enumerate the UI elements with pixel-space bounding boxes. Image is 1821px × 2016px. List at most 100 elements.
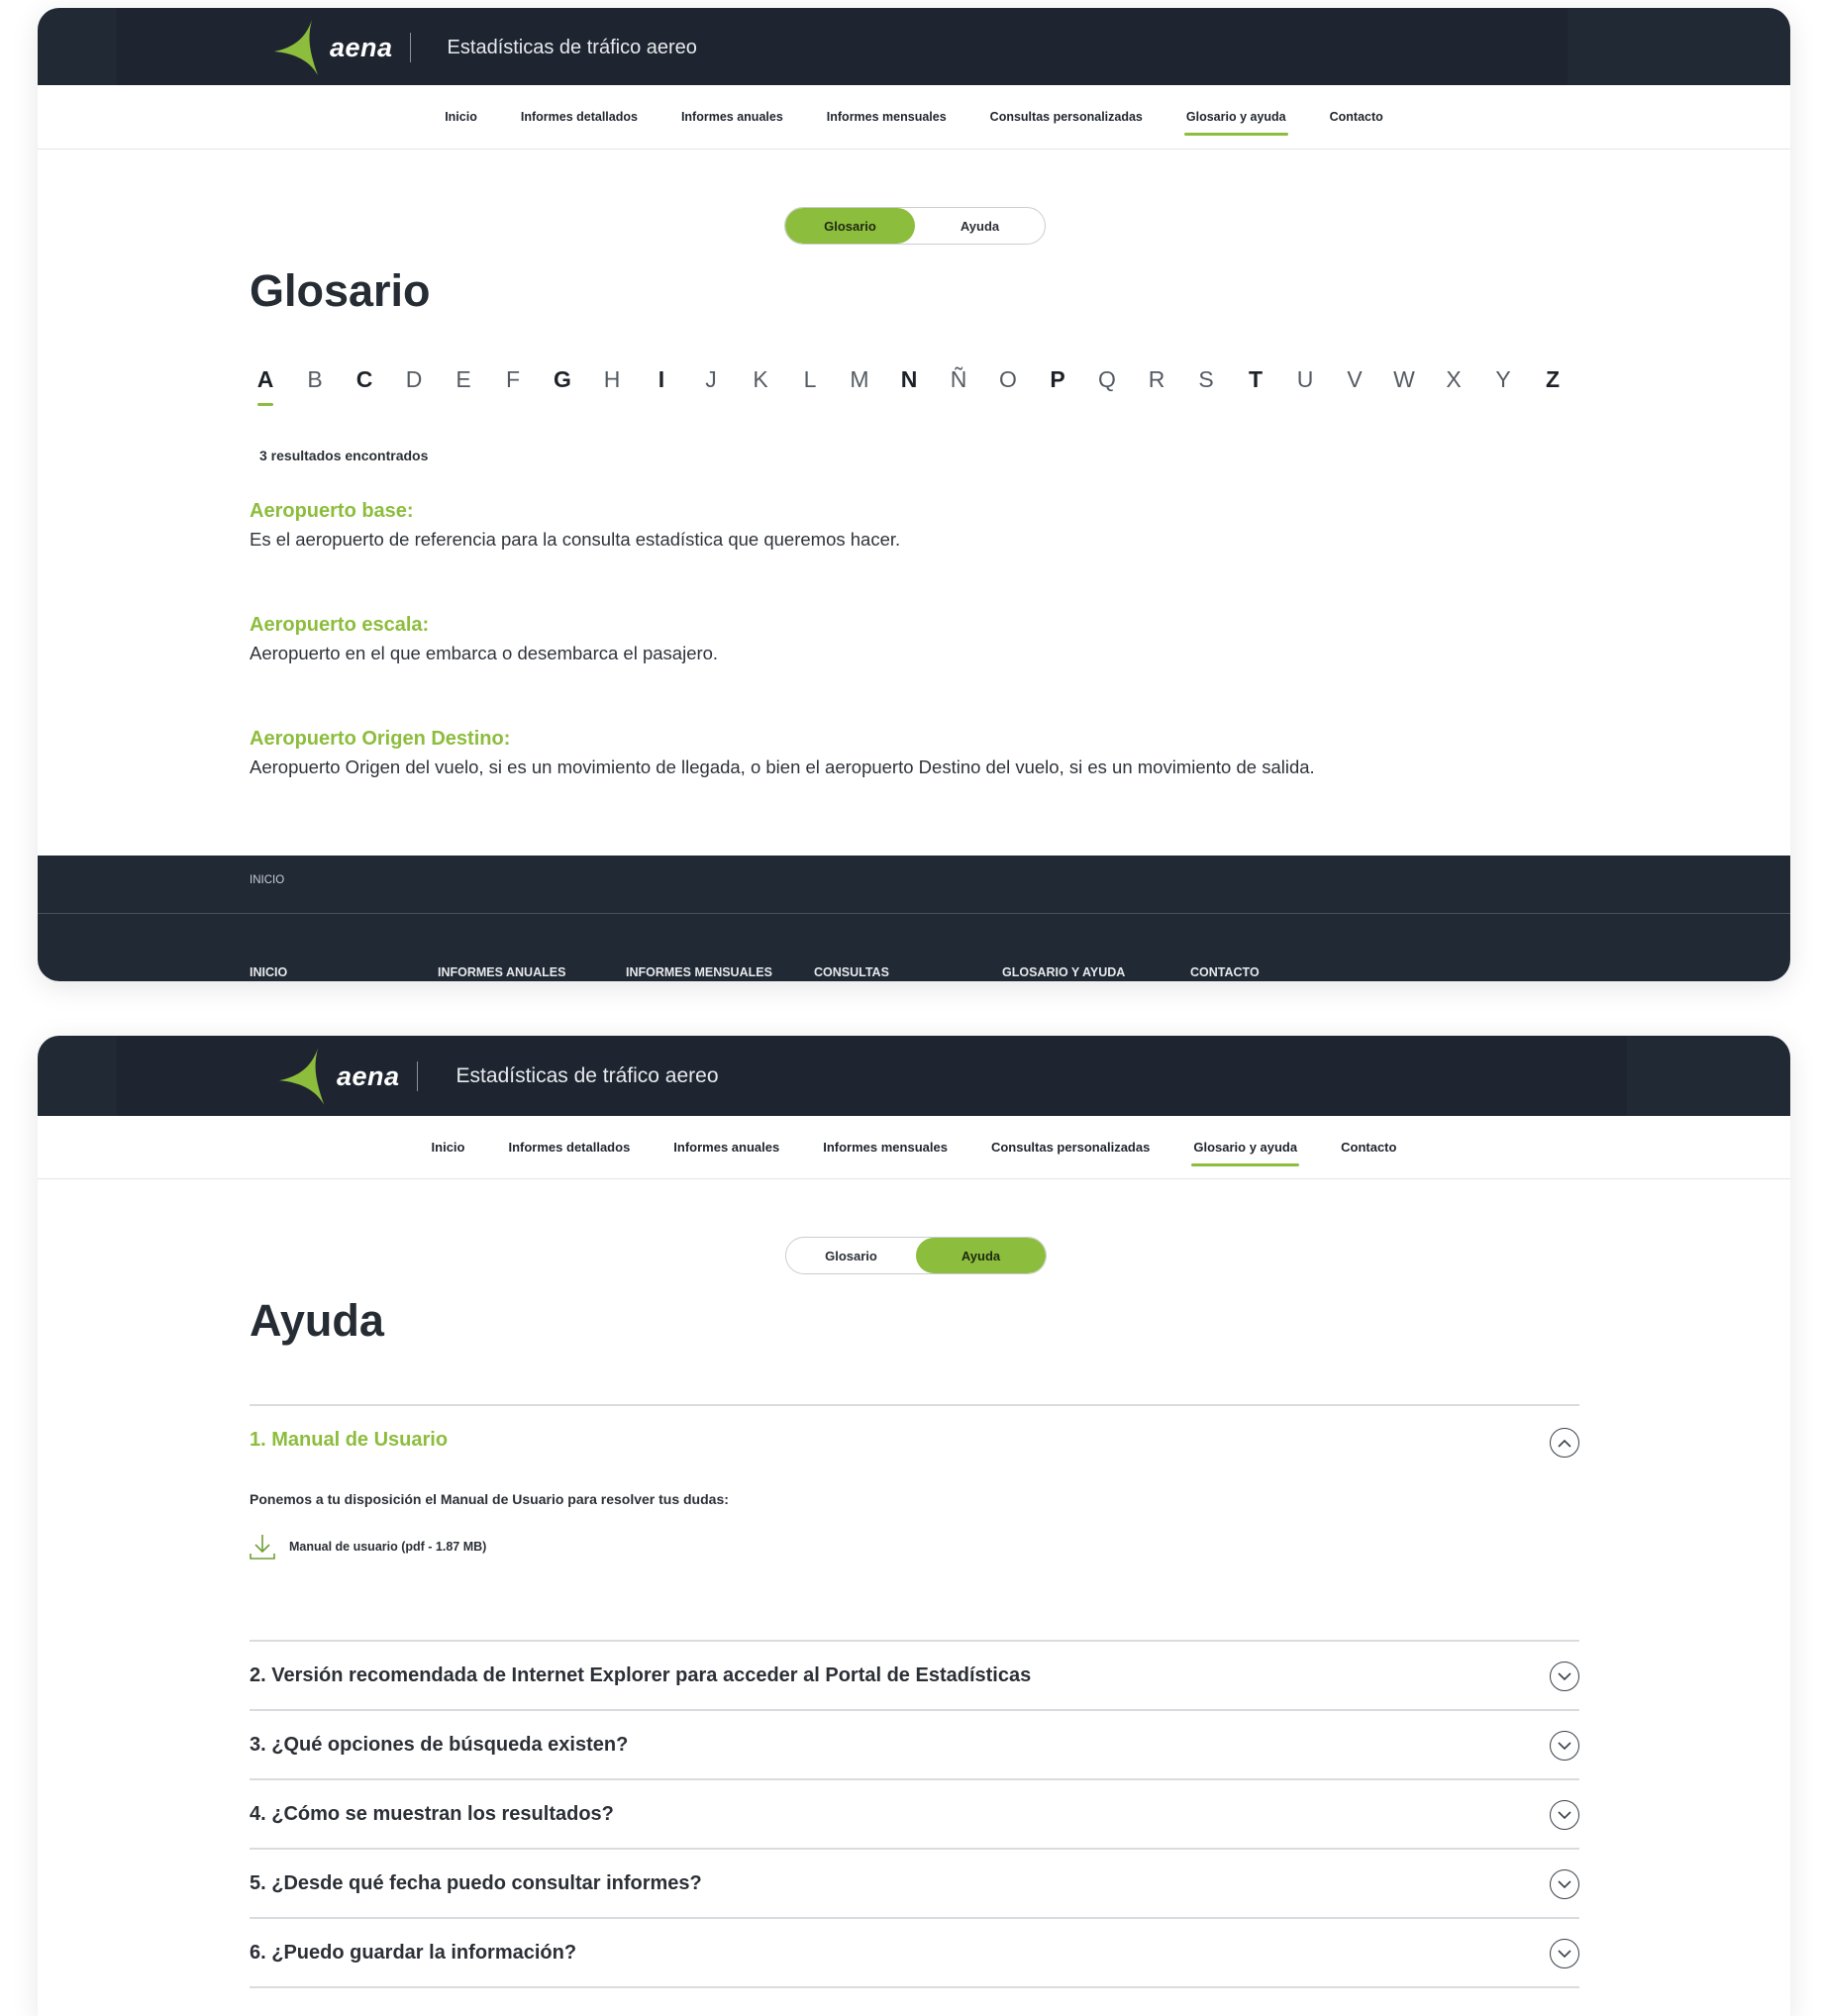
footer-link-contacto[interactable]: CONTACTO — [1190, 964, 1378, 981]
letter-filter-b: B — [307, 366, 323, 392]
app-title: Estadísticas de tráfico aereo — [455, 1064, 719, 1087]
nav-contacto[interactable]: Contacto — [1328, 104, 1385, 130]
manual-file-name[interactable]: Manual de usuario (pdf - 1.87 MB) — [289, 1540, 486, 1554]
manual-download-link[interactable]: Manual de usuario (pdf - 1.87 MB) — [250, 1533, 486, 1561]
term-definition: Aeropuerto en el que embarca o desembarc… — [250, 643, 719, 663]
letter-filter-y: Y — [1495, 366, 1511, 392]
ayuda-screen: aena Estadísticas de tráfico aereo Inici… — [38, 1036, 1790, 2016]
toggle-glosario[interactable]: Glosario — [786, 1238, 916, 1273]
faq-item[interactable]: 1. Manual de Usuario Ponemos a tu dispos… — [250, 1404, 1579, 1640]
nav-informes-mensuales[interactable]: Informes mensuales — [825, 104, 949, 130]
top-header: aena Estadísticas de tráfico aereo — [38, 8, 1790, 85]
letter-filter-c[interactable]: C — [340, 366, 389, 406]
footer-link-glosario-y-ayuda[interactable]: GLOSARIO Y AYUDA — [1002, 964, 1190, 981]
toggle-glosario[interactable]: Glosario — [785, 208, 915, 244]
nav-glosario-y-ayuda[interactable]: Glosario y ayuda — [1183, 104, 1288, 136]
chevron-down-icon[interactable] — [1550, 1662, 1579, 1691]
letter-filter-s: S — [1198, 366, 1214, 392]
footer-breadcrumb[interactable]: INICIO — [250, 874, 284, 886]
logo-text: aena — [330, 32, 393, 62]
letter-filter-f: F — [505, 366, 521, 392]
letter-filter-o: O — [999, 366, 1017, 392]
letter-filter-p[interactable]: P — [1033, 366, 1082, 406]
letter-filter-v: V — [1347, 366, 1363, 392]
letter-filter-w: W — [1393, 366, 1415, 392]
faq-item[interactable]: 4. ¿Cómo se muestran los resultados? — [250, 1778, 1579, 1848]
faq-question[interactable]: 3. ¿Qué opciones de búsqueda existen? — [250, 1711, 1579, 1778]
footer-link-inicio[interactable]: INICIO — [250, 964, 438, 981]
nav-informes-mensuales[interactable]: Informes mensuales — [821, 1134, 950, 1160]
glosario-ayuda-toggle: Glosario Ayuda — [784, 207, 1046, 245]
faq-accordion: 1. Manual de Usuario Ponemos a tu dispos… — [250, 1404, 1579, 1988]
faq-question[interactable]: 1. Manual de Usuario — [250, 1406, 1579, 1473]
letter-filter-t[interactable]: T — [1231, 366, 1280, 406]
nav-consultas-personalizadas[interactable]: Consultas personalizadas — [989, 1134, 1152, 1160]
faq-item[interactable]: 6. ¿Puedo guardar la información? — [250, 1917, 1579, 1988]
top-header: aena Estadísticas de tráfico aereo — [38, 1036, 1790, 1116]
letter-filter-i[interactable]: I — [637, 366, 686, 406]
letter-filter-ñ: Ñ — [950, 366, 967, 392]
letter-filter-m: M — [850, 366, 869, 392]
letter-filter-j: J — [705, 366, 717, 392]
footer-links: INICIO INFORMES ANUALES INFORMES MENSUAL… — [250, 964, 1378, 981]
toggle-ayuda[interactable]: Ayuda — [916, 1238, 1046, 1273]
letter-filter-e: E — [455, 366, 471, 392]
nav-informes-anuales[interactable]: Informes anuales — [671, 1134, 781, 1160]
faq-answer: Ponemos a tu disposición el Manual de Us… — [250, 1473, 1579, 1640]
letter-filter-k: K — [753, 366, 768, 392]
letter-filter-h: H — [603, 366, 621, 392]
term-name: Aeropuerto Origen Destino: — [250, 728, 511, 750]
nav-informes-detallados[interactable]: Informes detallados — [519, 104, 640, 130]
term-definition: Es el aeropuerto de referencia para la c… — [250, 529, 901, 550]
chevron-down-icon[interactable] — [1550, 1800, 1579, 1830]
chevron-up-icon[interactable] — [1550, 1428, 1579, 1458]
glossary-term: Aeropuerto Origen Destino: Aeropuerto Or… — [250, 728, 1315, 778]
letter-filter-r: R — [1148, 366, 1165, 392]
letter-filter-a[interactable]: A — [241, 366, 290, 406]
nav-contacto[interactable]: Contacto — [1339, 1134, 1398, 1160]
footer-link-informes-mensuales[interactable]: INFORMES MENSUALES — [626, 964, 814, 981]
results-count: 3 resultados encontrados — [259, 448, 429, 463]
faq-item[interactable]: 5. ¿Desde qué fecha puedo consultar info… — [250, 1848, 1579, 1917]
logo-separator — [409, 33, 411, 62]
glosario-ayuda-toggle: Glosario Ayuda — [785, 1237, 1047, 1274]
page-title: Glosario — [250, 265, 431, 316]
aena-logo[interactable]: aena Estadísticas de tráfico aereo — [272, 18, 697, 77]
download-icon — [250, 1535, 275, 1560]
main-nav: Inicio Informes detallados Informes anua… — [38, 85, 1790, 150]
faq-item[interactable]: 2. Versión recomendada de Internet Explo… — [250, 1640, 1579, 1709]
faq-question[interactable]: 5. ¿Desde qué fecha puedo consultar info… — [250, 1850, 1579, 1917]
faq-question[interactable]: 2. Versión recomendada de Internet Explo… — [250, 1642, 1579, 1709]
logo-text: aena — [337, 1060, 400, 1091]
faq-question[interactable]: 6. ¿Puedo guardar la información? — [250, 1919, 1579, 1986]
footer-link-informes-anuales[interactable]: INFORMES ANUALES — [438, 964, 626, 981]
footer-link-consultas-personalizadas[interactable]: CONSULTAS PERSONALIZADAS — [814, 964, 1002, 981]
faq-item[interactable]: 3. ¿Qué opciones de búsqueda existen? — [250, 1709, 1579, 1778]
term-name: Aeropuerto base: — [250, 500, 414, 522]
letter-filter-g[interactable]: G — [538, 366, 587, 406]
chevron-down-icon[interactable] — [1550, 1939, 1579, 1968]
faq-question[interactable]: 4. ¿Cómo se muestran los resultados? — [250, 1780, 1579, 1848]
nav-glosario-y-ayuda[interactable]: Glosario y ayuda — [1191, 1134, 1299, 1166]
nav-informes-detallados[interactable]: Informes detallados — [506, 1134, 632, 1160]
chevron-down-icon[interactable] — [1550, 1731, 1579, 1761]
nav-informes-anuales[interactable]: Informes anuales — [679, 104, 785, 130]
nav-inicio[interactable]: Inicio — [443, 104, 479, 130]
toggle-ayuda[interactable]: Ayuda — [915, 208, 1045, 244]
term-definition: Aeropuerto Origen del vuelo, si es un mo… — [250, 756, 1315, 777]
nav-inicio[interactable]: Inicio — [430, 1134, 467, 1160]
letter-filter-x: X — [1446, 366, 1462, 392]
letter-filter-l: L — [803, 366, 817, 392]
glossary-term: Aeropuerto base: Es el aeropuerto de ref… — [250, 500, 900, 551]
glossary-term: Aeropuerto escala: Aeropuerto en el que … — [250, 614, 718, 664]
page-title: Ayuda — [250, 1295, 384, 1346]
nav-consultas-personalizadas[interactable]: Consultas personalizadas — [988, 104, 1145, 130]
chevron-down-icon[interactable] — [1550, 1869, 1579, 1899]
letter-filter-z[interactable]: Z — [1528, 366, 1577, 406]
letter-filter-n[interactable]: N — [884, 366, 934, 406]
app-title: Estadísticas de tráfico aereo — [447, 36, 697, 58]
letter-filter-q: Q — [1098, 366, 1116, 392]
aena-logo[interactable]: aena Estadísticas de tráfico aereo — [277, 1046, 719, 1107]
alphabet-filter: ABCD E FGHIJ K L MNÑ OPQ R STU V W X YZ — [241, 366, 1577, 406]
site-footer: INICIO INICIO INFORMES ANUALES INFORMES … — [38, 856, 1790, 981]
